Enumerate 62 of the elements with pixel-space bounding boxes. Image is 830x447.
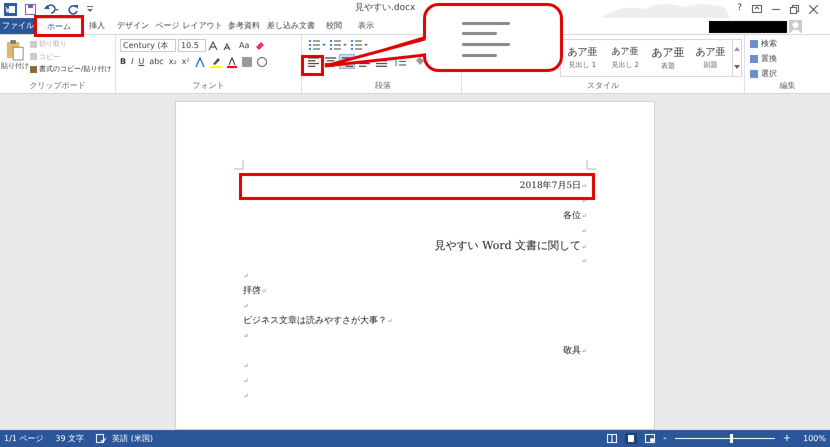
ribbon-tab[interactable]: 校閲 <box>318 18 350 34</box>
help-button[interactable]: ? <box>737 2 742 16</box>
group-label: スタイル <box>586 80 620 92</box>
ribbon-tab[interactable]: ページ レイアウト <box>154 18 224 34</box>
page-count[interactable]: 1/1 ページ <box>4 432 44 444</box>
format-button[interactable]: abc <box>149 56 164 68</box>
highlight-frame <box>301 55 324 76</box>
corner-mark <box>586 160 596 170</box>
zoom-out-button[interactable]: - <box>663 434 667 444</box>
ribbon-tab[interactable]: 参考資料 <box>224 18 264 34</box>
redo-icon[interactable] <box>68 4 79 14</box>
enclose-icon[interactable] <box>256 57 267 67</box>
save-icon[interactable] <box>25 4 36 14</box>
format-button[interactable]: I <box>131 56 134 68</box>
highlight-frame <box>34 15 84 37</box>
ribbon-tab[interactable]: ファイル <box>0 18 36 34</box>
format-button[interactable]: B <box>120 56 126 68</box>
zoom-in-button[interactable]: + <box>782 434 792 444</box>
list-icon[interactable] <box>309 39 326 50</box>
zoom-percentage[interactable]: 100% <box>803 432 826 444</box>
format-button[interactable]: x² <box>182 56 190 68</box>
change-case-button[interactable]: Aa <box>236 40 252 52</box>
ribbon-tab[interactable]: 挿入 <box>82 18 112 34</box>
text-effect-icon[interactable] <box>194 56 205 68</box>
restore-icon[interactable] <box>790 4 799 14</box>
ribbon-tab[interactable]: 差し込み文書 <box>264 18 318 34</box>
web-layout-icon[interactable] <box>645 434 656 443</box>
ribbon-tab[interactable]: 表示 <box>350 18 382 34</box>
window-title: 見やすい.docx <box>355 2 416 15</box>
print-layout-icon[interactable] <box>625 433 638 444</box>
close-icon[interactable] <box>809 4 818 14</box>
font-color-icon[interactable] <box>226 56 237 68</box>
read-mode-icon[interactable] <box>607 434 618 443</box>
customize-icon[interactable] <box>87 5 93 13</box>
highlighter-icon[interactable] <box>210 56 222 68</box>
shading-bucket-icon[interactable] <box>413 56 427 67</box>
language-indicator[interactable]: 英語 (米国) <box>112 432 153 444</box>
ribbon-display-icon[interactable] <box>752 5 762 13</box>
shading-icon[interactable] <box>242 57 252 67</box>
format-button[interactable]: x₂ <box>168 56 177 68</box>
word-logo-icon[interactable] <box>4 2 17 16</box>
editing-button[interactable]: 選択 <box>750 68 777 80</box>
group-label: フォント <box>192 80 226 92</box>
proofing-icon[interactable] <box>96 434 106 443</box>
group-label: クリップボード <box>28 80 86 92</box>
clipboard-icon <box>6 39 24 61</box>
font-name-dropdown[interactable]: Century (本 <box>120 39 176 52</box>
word-count[interactable]: 39 文字 <box>55 432 84 444</box>
grow-font-icon[interactable] <box>208 40 220 51</box>
corner-mark <box>234 160 244 170</box>
font-size-dropdown[interactable]: 10.5 <box>178 39 206 52</box>
ribbon-tab[interactable]: デザイン <box>112 18 154 34</box>
group-label: 段落 <box>374 80 392 92</box>
editing-button[interactable]: 検索 <box>750 38 777 50</box>
list-icon[interactable] <box>330 39 347 50</box>
undo-icon[interactable] <box>44 4 60 14</box>
editing-button[interactable]: 置換 <box>750 53 777 65</box>
format-button[interactable]: U <box>138 56 144 68</box>
eraser-icon[interactable] <box>254 40 266 51</box>
zoom-slider-thumb[interactable] <box>730 434 733 443</box>
list-icon[interactable] <box>351 39 368 50</box>
group-label: 編集 <box>778 80 796 92</box>
